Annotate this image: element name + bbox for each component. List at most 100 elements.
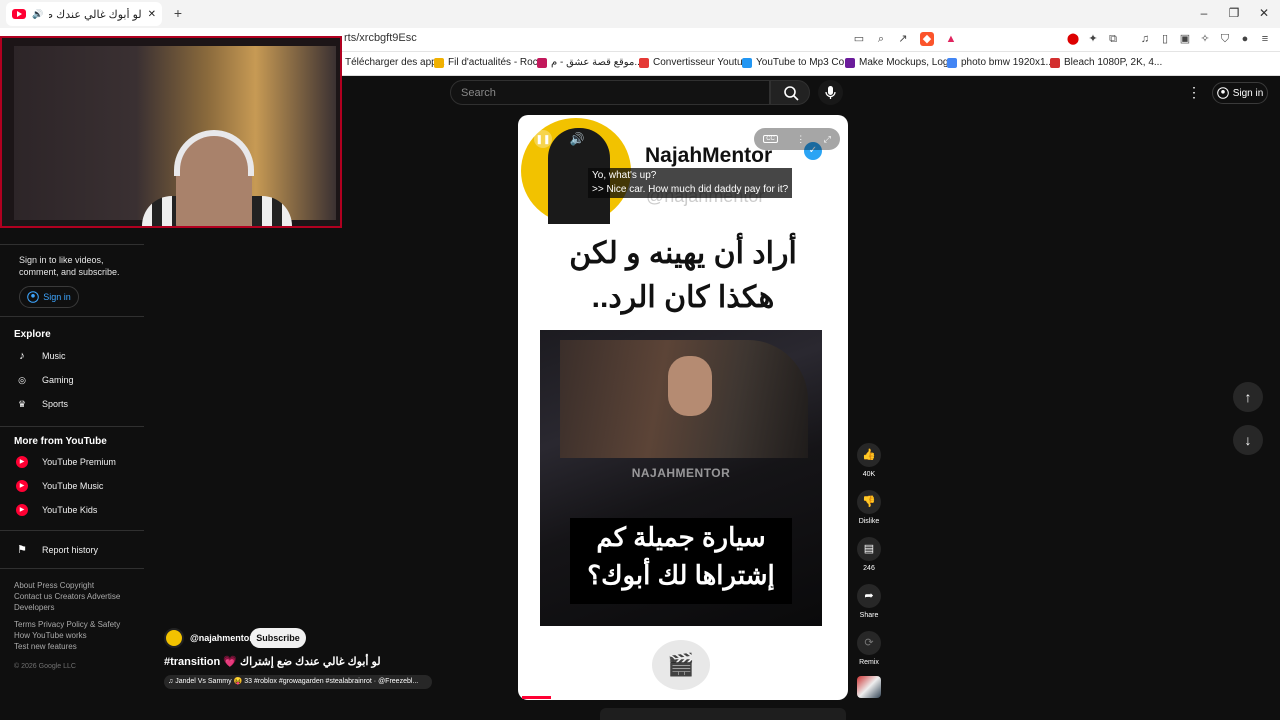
pause-icon[interactable]: ❚❚	[534, 130, 552, 148]
profile-icon[interactable]: ●	[1238, 32, 1252, 46]
gamepad-icon: ◎	[18, 375, 26, 385]
sidebar-item-youtube-kids[interactable]: ▶ YouTube Kids	[0, 498, 144, 522]
bookmark-favicon-icon	[434, 57, 444, 68]
like-count: 40K	[862, 471, 876, 478]
zoom-icon[interactable]: ⌕	[874, 32, 888, 46]
more-options-icon[interactable]: ⋮	[1186, 84, 1202, 102]
bookmark-item[interactable]: Fil d'actualités - Roc...	[434, 57, 546, 68]
next-short-preview	[600, 708, 846, 720]
voice-search-button[interactable]	[818, 80, 843, 105]
short-title: #transition 💗 لو أبوك غالي عندك ضع إشترا…	[164, 656, 381, 668]
remix-label: Remix	[859, 659, 879, 666]
comment-icon[interactable]: ▤	[857, 537, 881, 561]
microphone-icon	[825, 86, 836, 99]
sidebar-item-music[interactable]: ♪ Music	[0, 344, 144, 368]
bookmark-item[interactable]: photo bmw 1920x1...	[947, 57, 1054, 68]
comments-action[interactable]: ▤ 246	[857, 537, 881, 572]
footer-links-2[interactable]: Contact us Creators Advertise	[14, 591, 120, 602]
footer-links-1[interactable]: About Press Copyright	[14, 580, 94, 591]
wallet-icon[interactable]: ▣	[1178, 32, 1192, 46]
sign-in-button[interactable]: Sign in	[1212, 82, 1268, 104]
search-button[interactable]	[770, 80, 810, 105]
bookmark-item[interactable]: Télécharger des app...	[345, 57, 445, 68]
close-window-button[interactable]: ✕	[1254, 5, 1274, 21]
restore-button[interactable]: ❐	[1224, 5, 1244, 21]
volume-icon[interactable]: 🔊	[568, 130, 586, 148]
fullscreen-icon[interactable]: ⤢	[824, 134, 831, 145]
remix-action[interactable]: ⟳ Remix	[857, 631, 881, 666]
vpn-shield-icon[interactable]: ⛉	[1218, 32, 1232, 46]
channel-name[interactable]: @najahmentor	[190, 633, 253, 643]
extensions-icon[interactable]: ✦	[1086, 32, 1100, 46]
more-actions-icon[interactable]: ⋮	[796, 134, 805, 145]
explore-heading: Explore	[14, 329, 51, 340]
previous-short-button[interactable]: ↑	[1233, 382, 1263, 412]
sidebar: Sign in to like videos, comment, and sub…	[0, 228, 150, 720]
arrow-down-icon: ↓	[1244, 432, 1252, 448]
sidebar-item-sports[interactable]: ♛ Sports	[0, 392, 144, 416]
share-page-icon[interactable]: ↗	[896, 32, 910, 46]
captions-button[interactable]: CC	[763, 135, 778, 143]
share-action[interactable]: ➦ Share	[857, 584, 881, 619]
sidebar-toggle-icon[interactable]: ▯	[1158, 32, 1172, 46]
sidebar-item-gaming[interactable]: ◎ Gaming	[0, 368, 144, 392]
sidebar-item-youtube-premium[interactable]: ▶ YouTube Premium	[0, 450, 144, 474]
share-icon[interactable]: ➦	[857, 584, 881, 608]
footer-links-5[interactable]: How YouTube works	[14, 630, 87, 641]
thumbs-down-icon[interactable]: 👎	[857, 490, 881, 514]
video-progress-bar[interactable]	[522, 696, 551, 699]
browser-menu-icon[interactable]: ≡	[1258, 32, 1272, 46]
dislike-action[interactable]: 👎 Dislike	[857, 490, 881, 525]
sound-thumbnail[interactable]	[857, 676, 881, 698]
more-from-youtube-list: ▶ YouTube Premium ▶ YouTube Music ▶ YouTube…	[0, 450, 144, 522]
bookmark-item[interactable]: YouTube to Mp3 Co...	[742, 57, 853, 68]
close-tab-icon[interactable]: ✕	[148, 9, 156, 20]
search-icon	[784, 86, 799, 101]
browser-tab[interactable]: 🔊 لو أبوك غالي عندك ضع إشتراك ✕	[6, 2, 162, 26]
media-icon[interactable]: ♫	[1138, 32, 1152, 46]
like-action[interactable]: 👍 40K	[857, 443, 881, 478]
bookmark-favicon-icon	[537, 57, 547, 68]
divider	[0, 568, 144, 569]
footer-links-4[interactable]: Terms Privacy Policy & Safety	[14, 619, 120, 630]
copyright: © 2026 Google LLC	[14, 663, 76, 670]
trophy-icon: ♛	[17, 399, 27, 409]
bookmark-favicon-icon	[639, 57, 649, 68]
bookmark-favicon-icon	[1050, 57, 1060, 68]
next-short-button[interactable]: ↓	[1233, 425, 1263, 455]
url-text[interactable]: rts/xrcbgft9Esc	[344, 32, 417, 44]
speaker-icon[interactable]: 🔊	[32, 9, 43, 20]
divider	[0, 316, 144, 317]
footer-links-6[interactable]: Test new features	[14, 641, 77, 652]
rewards-icon[interactable]: ▲	[944, 32, 958, 46]
youtube-kids-icon: ▶	[16, 504, 28, 516]
share-label: Share	[859, 612, 879, 619]
new-tab-button[interactable]: +	[170, 5, 186, 21]
bookmark-item[interactable]: Bleach 1080P, 2K, 4...	[1050, 57, 1162, 68]
browser-tab-bar: 🔊 لو أبوك غالي عندك ضع إشتراك ✕ + – ❐ ✕	[0, 0, 1280, 28]
brave-shield-icon[interactable]: ◆	[920, 32, 934, 46]
bookmark-item[interactable]: موقع قصة عشق - م...	[537, 57, 643, 68]
tab-search-icon[interactable]: ⧉	[1106, 32, 1120, 46]
bookmark-item[interactable]: Make Mockups, Log...	[845, 57, 957, 68]
dislike-label: Dislike	[858, 518, 880, 525]
thumbs-up-icon[interactable]: 👍	[857, 443, 881, 467]
report-history-item[interactable]: ⚑ Report history	[0, 538, 144, 562]
search-input[interactable]: Search	[450, 80, 770, 105]
sidebar-item-youtube-music[interactable]: ▶ YouTube Music	[0, 474, 144, 498]
subscribe-button[interactable]: Subscribe	[250, 628, 306, 648]
signin-prompt: Sign in to like videos, comment, and sub…	[19, 255, 120, 277]
opera-icon[interactable]: ⬤	[1066, 32, 1080, 46]
music-info[interactable]: ♫ Jandel Vs Sammy 😝 33 #roblox #growagar…	[164, 675, 432, 689]
video-watermark: NAJAHMENTOR	[631, 466, 731, 480]
footer-links-3[interactable]: Developers	[14, 602, 54, 613]
sidebar-item-report-history[interactable]: ⚑ Report history	[0, 538, 144, 562]
minimize-button[interactable]: –	[1194, 5, 1214, 21]
video-subtitle-overlay: سيارة جميلة كم إشتراها لك أبوك؟	[570, 518, 792, 604]
channel-avatar[interactable]	[164, 628, 184, 648]
bookmark-item[interactable]: Convertisseur Youtu...	[639, 57, 751, 68]
leo-ai-icon[interactable]: ✧	[1198, 32, 1212, 46]
screen-cast-icon[interactable]: ▭	[852, 32, 866, 46]
remix-icon[interactable]: ⟳	[857, 631, 881, 655]
sidebar-sign-in-button[interactable]: Sign in	[19, 286, 79, 308]
